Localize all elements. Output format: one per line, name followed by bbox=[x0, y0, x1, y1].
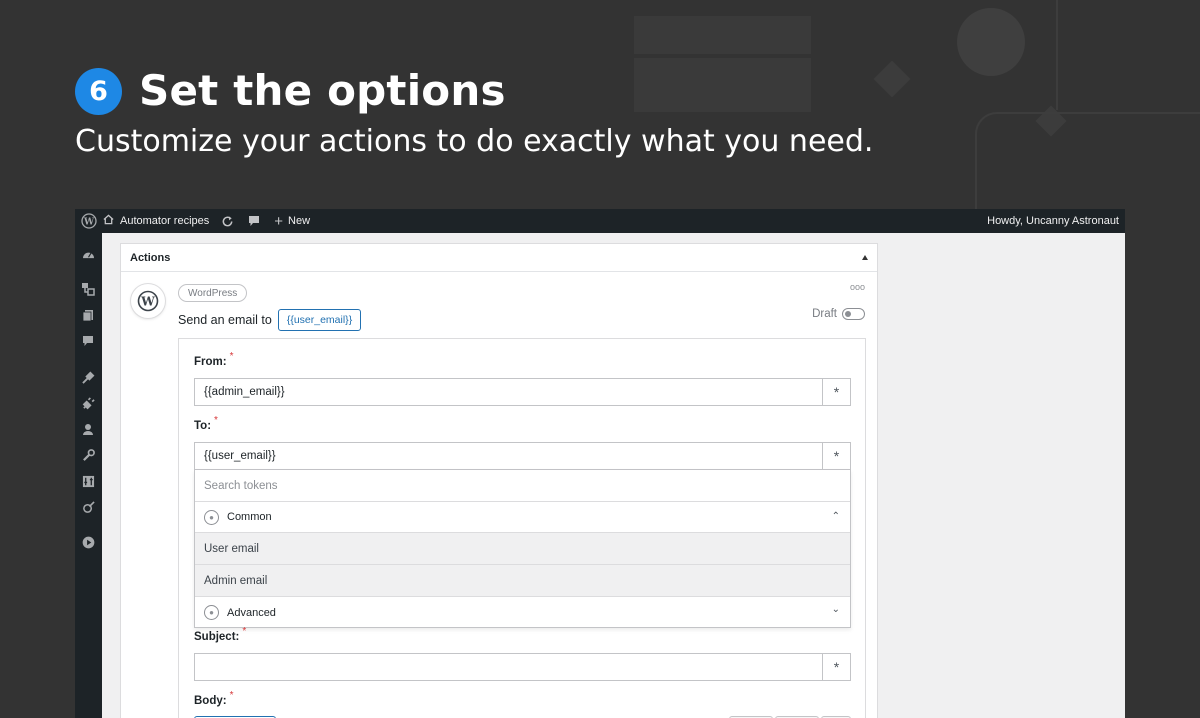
status-label: Draft bbox=[812, 308, 837, 320]
admin-bar-site[interactable]: Automator recipes bbox=[103, 214, 209, 228]
plus-icon: + bbox=[274, 212, 284, 230]
from-field[interactable]: {{admin_email}} * bbox=[194, 378, 851, 406]
required-marker: * bbox=[229, 351, 234, 362]
background-diamond bbox=[873, 60, 911, 98]
comments-menu-icon[interactable] bbox=[81, 334, 95, 348]
from-field-value[interactable]: {{admin_email}} bbox=[195, 386, 822, 398]
token-asterisk-icon[interactable]: * bbox=[822, 443, 850, 469]
site-name: Automator recipes bbox=[120, 215, 210, 227]
more-options-icon[interactable]: ooo bbox=[850, 282, 865, 292]
settings-icon[interactable] bbox=[81, 474, 95, 488]
actions-panel-title: Actions bbox=[130, 251, 171, 264]
wordpress-admin-screenshot: W Automator recipes + New Howdy, Uncanny… bbox=[75, 209, 1125, 718]
svg-text:W: W bbox=[140, 295, 155, 309]
to-field-value[interactable]: {{user_email}} bbox=[195, 450, 822, 462]
lightbulb-icon: ● bbox=[204, 509, 219, 525]
token-group-advanced[interactable]: ● Advanced ⌄ bbox=[195, 597, 850, 628]
token-option-user-email[interactable]: User email bbox=[195, 533, 850, 565]
admin-bar-account[interactable]: Howdy, Uncanny Astronaut bbox=[987, 209, 1119, 233]
automator-icon[interactable] bbox=[81, 282, 95, 296]
step-title: Set the options bbox=[139, 66, 506, 115]
chevron-up-icon[interactable]: ⌃ bbox=[832, 511, 840, 522]
admin-bar: W Automator recipes + New Howdy, Uncanny… bbox=[75, 209, 1125, 233]
token-asterisk-icon[interactable]: * bbox=[822, 379, 850, 405]
play-icon[interactable] bbox=[81, 535, 95, 549]
subject-field[interactable]: * bbox=[194, 653, 851, 681]
new-label: New bbox=[288, 215, 311, 227]
token-group-label: Advanced bbox=[227, 606, 276, 619]
toggle-knob bbox=[845, 311, 851, 317]
background-shape bbox=[634, 58, 811, 112]
actions-panel: Actions W ooo WordPress Send an email to… bbox=[120, 243, 878, 718]
rocket-icon[interactable] bbox=[81, 500, 95, 514]
to-field[interactable]: {{user_email}} * bbox=[194, 442, 851, 470]
status-toggle-group[interactable]: Draft bbox=[812, 308, 865, 320]
wordpress-logo-icon[interactable]: W bbox=[75, 213, 103, 229]
background-line bbox=[1056, 0, 1058, 110]
lightbulb-icon: ● bbox=[204, 605, 219, 620]
required-marker: * bbox=[214, 415, 218, 426]
step-number-badge: 6 bbox=[75, 68, 122, 115]
users-icon[interactable] bbox=[81, 422, 95, 436]
sentence-text: Send an email to bbox=[178, 313, 272, 327]
admin-content: Actions W ooo WordPress Send an email to… bbox=[102, 233, 1125, 718]
background-shape bbox=[634, 16, 811, 54]
home-icon bbox=[103, 214, 114, 228]
wordpress-integration-icon: W bbox=[131, 284, 165, 318]
token-group-label: Common bbox=[227, 511, 272, 523]
updates-icon[interactable] bbox=[221, 215, 234, 228]
token-group-common[interactable]: ● Common ⌃ bbox=[195, 502, 850, 533]
tools-icon[interactable] bbox=[81, 448, 95, 462]
subject-label: Subject: * bbox=[194, 626, 247, 643]
admin-sidebar bbox=[75, 233, 102, 718]
required-marker: * bbox=[229, 690, 234, 701]
integration-pill: WordPress bbox=[178, 284, 248, 302]
action-fields-box: From: * {{admin_email}} * To: * {{user_ema… bbox=[178, 338, 866, 718]
admin-bar-new[interactable]: + New bbox=[274, 213, 310, 230]
body-label: Body: * bbox=[194, 690, 234, 707]
comments-icon[interactable] bbox=[248, 215, 260, 227]
token-option-admin-email[interactable]: Admin email bbox=[195, 565, 850, 597]
required-marker: * bbox=[242, 626, 247, 637]
from-label: From: * bbox=[194, 351, 234, 368]
svg-text:W: W bbox=[83, 218, 95, 228]
collapse-caret-icon[interactable] bbox=[862, 255, 868, 260]
pages-icon[interactable] bbox=[81, 308, 95, 322]
token-asterisk-icon[interactable]: * bbox=[822, 654, 850, 680]
dashboard-icon[interactable] bbox=[81, 247, 95, 261]
appearance-icon[interactable] bbox=[81, 370, 95, 384]
chevron-down-icon[interactable]: ⌄ bbox=[832, 604, 840, 615]
action-sentence: Send an email to {{user_email}} bbox=[178, 309, 362, 331]
status-toggle[interactable] bbox=[842, 308, 865, 320]
step-subtitle: Customize your actions to do exactly wha… bbox=[75, 124, 874, 159]
background-circle bbox=[957, 8, 1025, 76]
actions-panel-header[interactable]: Actions bbox=[121, 244, 877, 272]
plugins-icon[interactable] bbox=[81, 396, 95, 410]
to-label: To: * bbox=[194, 415, 218, 432]
token-dropdown: Search tokens ● Common ⌃ User email Admi… bbox=[194, 470, 851, 628]
token-search-input[interactable]: Search tokens bbox=[195, 470, 850, 502]
sentence-token-pill[interactable]: {{user_email}} bbox=[277, 309, 362, 331]
